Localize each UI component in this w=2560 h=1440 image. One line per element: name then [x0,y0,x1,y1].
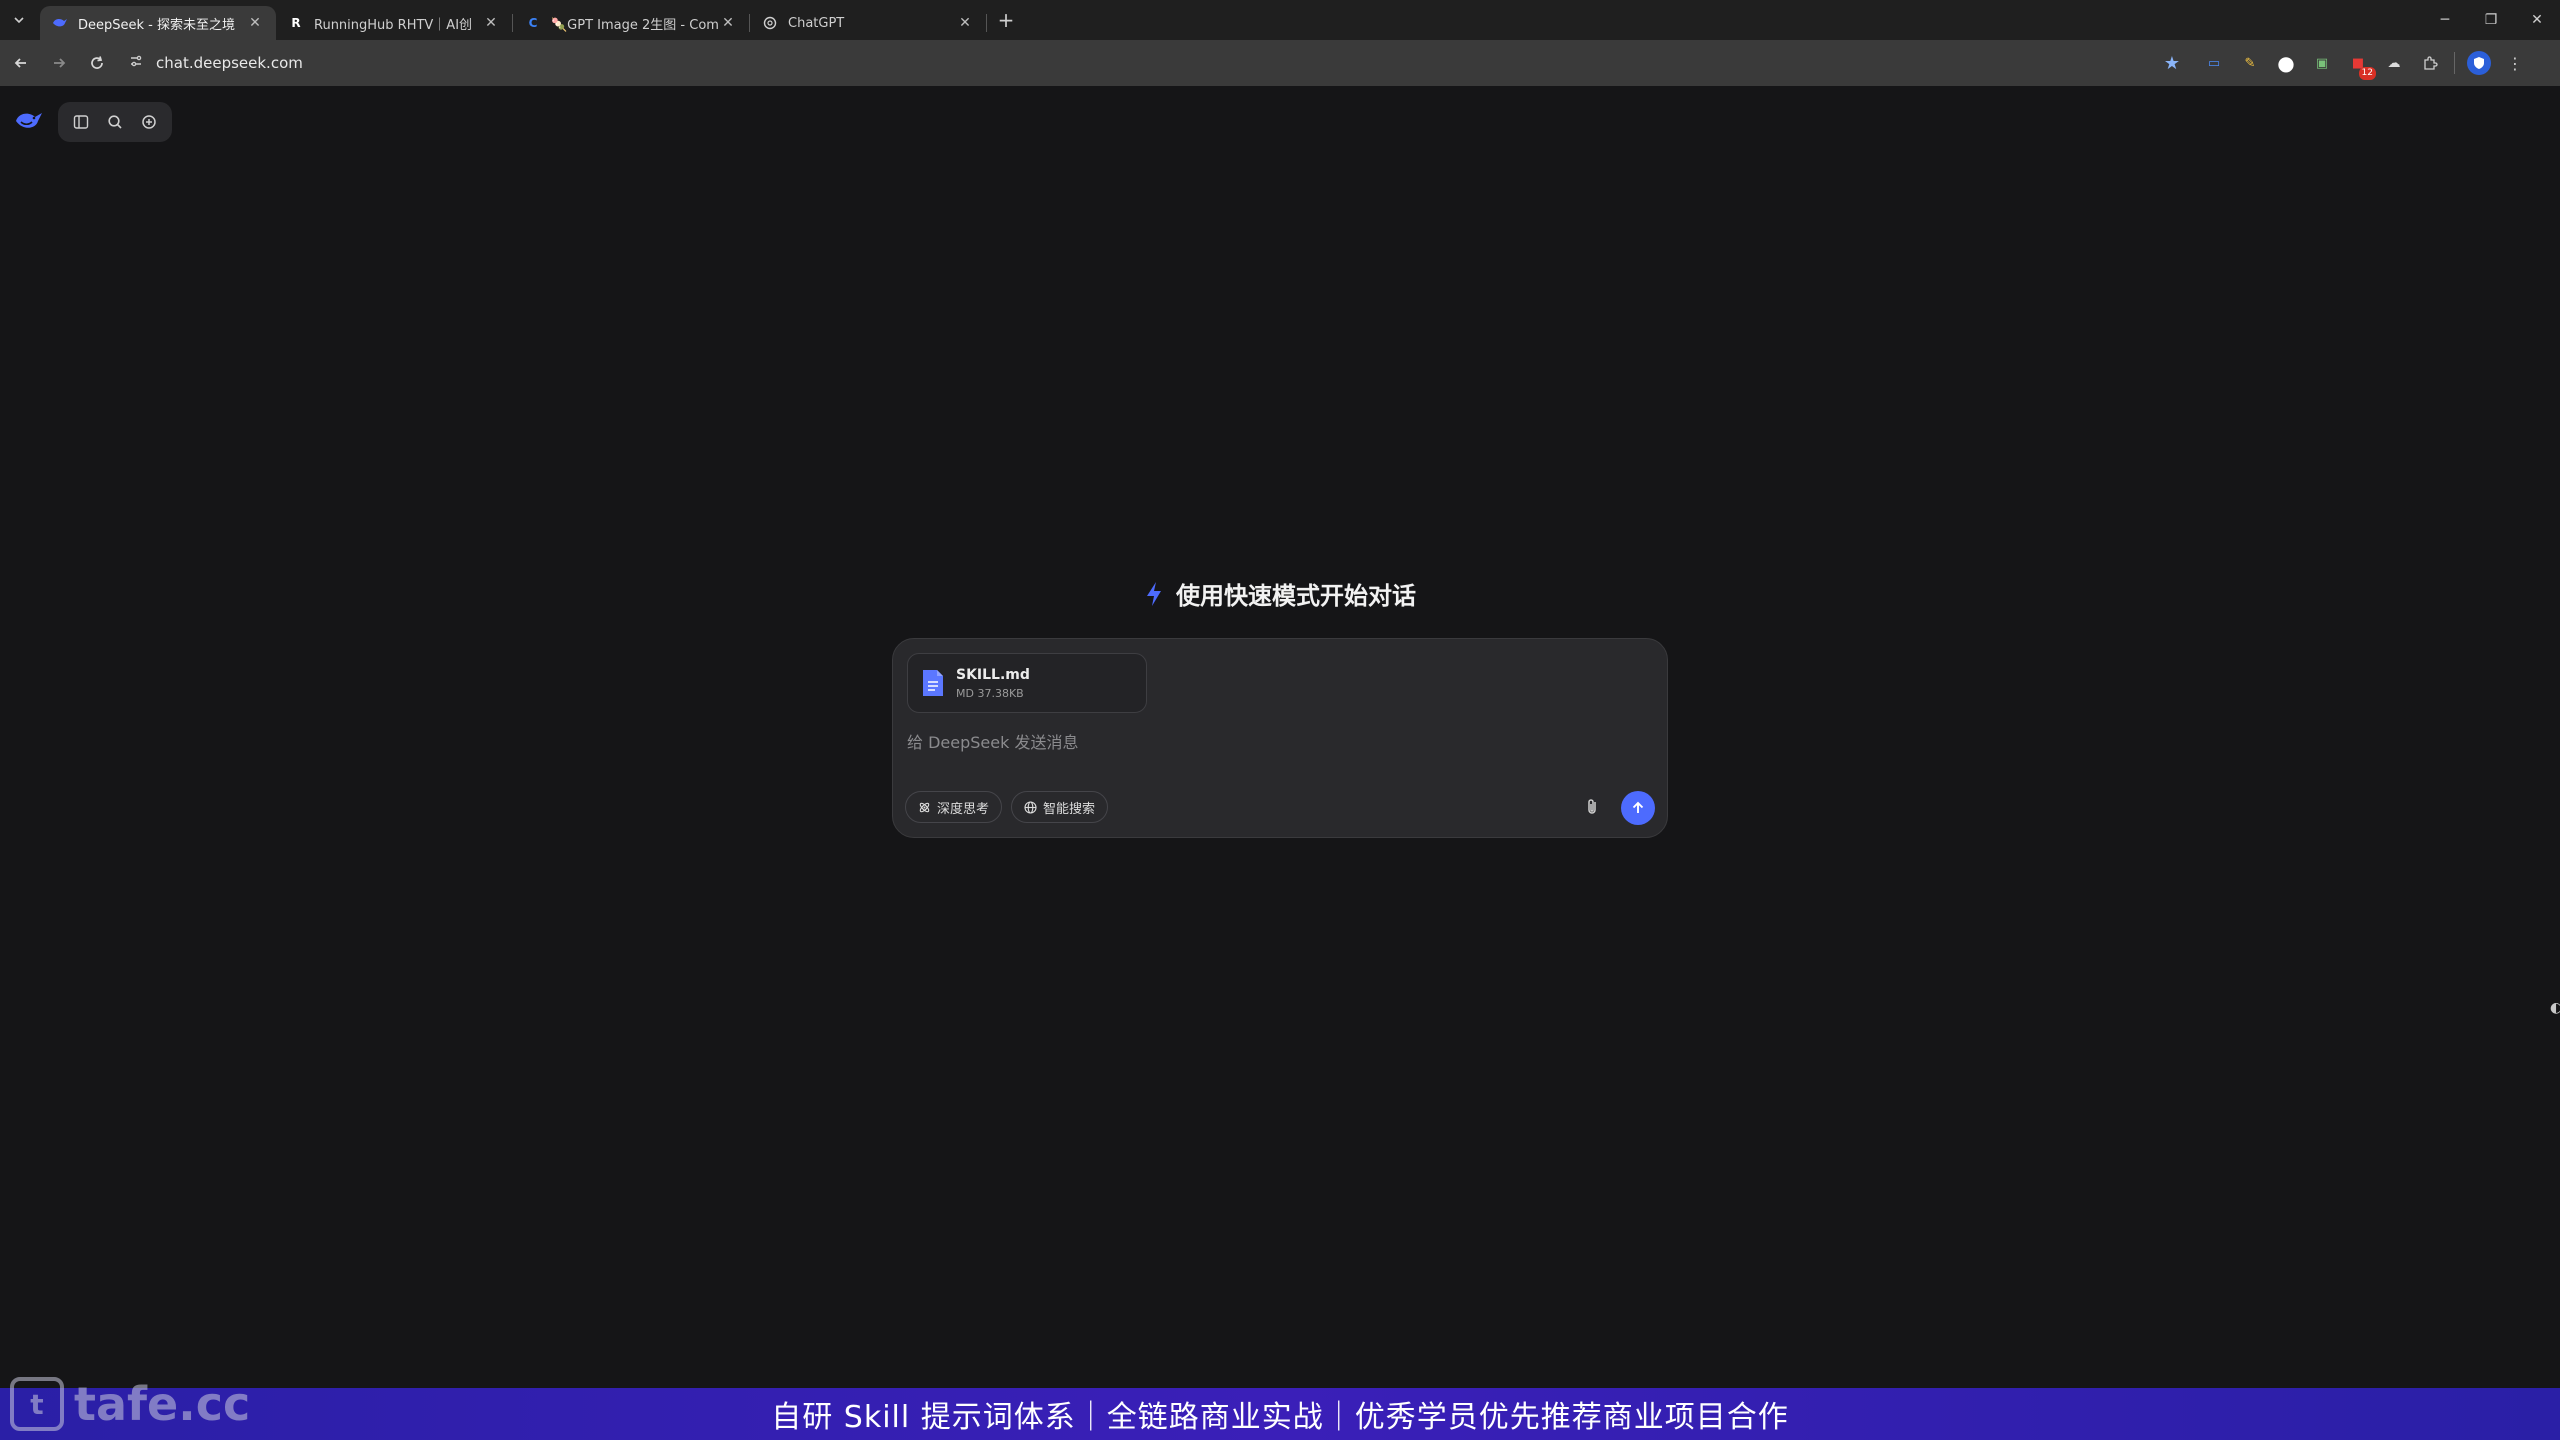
close-window-button[interactable]: ✕ [2514,6,2560,34]
close-icon[interactable]: ✕ [956,15,974,31]
minimize-button[interactable]: ─ [2422,6,2468,34]
deepseek-page: 使用快速模式开始对话 SKILL.md MD 37.38KB 深度思考 智能搜索 [0,86,2560,1388]
extension-icon-4[interactable]: ▣ [2310,51,2334,75]
comfy-icon: C [528,16,538,30]
lightning-icon [1147,581,1161,606]
smart-search-label: 智能搜索 [1043,801,1096,817]
bookmark-star-icon[interactable]: ★ [2164,53,2180,74]
search-icon[interactable] [101,108,129,136]
window-controls: ─ ❐ ✕ [2422,6,2560,34]
chevron-down-icon [14,17,24,24]
restore-button[interactable]: ❐ [2468,6,2514,34]
reload-button[interactable] [80,46,114,80]
tab-title: 🍡GPT Image 2生图 - Comfy [551,17,719,33]
toolbar-divider [2454,52,2455,74]
reload-icon [91,56,103,69]
extension-icon-1[interactable]: ▭ [2202,51,2226,75]
menu-kebab-icon[interactable]: ⋮ [2503,51,2527,75]
deep-think-label: 深度思考 [937,801,990,817]
extension-badge: 12 [2358,67,2376,80]
extension-icon-6[interactable]: ☁ [2382,51,2406,75]
document-icon [923,670,943,696]
tab-search-button[interactable] [6,7,32,33]
browser-tab-deepseek[interactable]: DeepSeek - 探索未至之境 ✕ [40,6,276,40]
runninghub-icon: R [291,16,301,30]
send-button[interactable] [1621,791,1655,825]
extensions-bar: ▭ ✎ ● ▣ ■ 12 ☁ ⋮ [2202,51,2527,80]
message-input[interactable] [907,729,1647,755]
promo-banner: 自研 Skill 提示词体系｜全链路商业实战｜优秀学员优先推荐商业项目合作 [0,1388,2560,1440]
arrow-left-icon [14,58,26,68]
watermark-logo-icon: t [10,1377,64,1431]
chatgpt-icon [762,15,778,31]
extension-icon-3[interactable]: ● [2274,51,2298,75]
tab-title: DeepSeek - 探索未至之境 [78,17,235,33]
browser-tab-comfy[interactable]: C 🍡GPT Image 2生图 - Comfy ✕ [513,6,749,40]
watermark-text: tafe.cc [74,1377,251,1431]
tab-strip: DeepSeek - 探索未至之境 ✕ R RunningHub RHTV｜AI… [0,0,2560,40]
paperclip-icon[interactable] [1581,796,1603,818]
sidebar-toggle-icon[interactable] [67,108,95,136]
tab-title: RunningHub RHTV｜AI创 [314,17,473,33]
promo-banner-text: 自研 Skill 提示词体系｜全链路商业实战｜优秀学员优先推荐商业项目合作 [771,1400,1789,1435]
globe-icon [1024,800,1037,814]
arrow-up-icon [1632,801,1644,813]
attachment-meta: MD 37.38KB [956,686,1024,700]
attachment-name: SKILL.md [956,666,1030,683]
profile-avatar[interactable] [2467,51,2491,75]
back-button[interactable] [4,46,38,80]
forward-button[interactable] [42,46,76,80]
close-icon[interactable]: ✕ [719,15,737,31]
tab-divider [986,14,987,32]
watermark: t tafe.cc [10,1374,250,1434]
attachment-card[interactable]: SKILL.md MD 37.38KB [907,653,1147,713]
url-text[interactable]: chat.deepseek.com [156,54,2164,72]
close-icon[interactable]: ✕ [246,15,264,31]
welcome-heading-text: 使用快速模式开始对话 [1176,582,1416,610]
chat-composer: SKILL.md MD 37.38KB 深度思考 智能搜索 [892,638,1668,838]
close-icon[interactable]: ✕ [482,15,500,31]
browser-tab-runninghub[interactable]: R RunningHub RHTV｜AI创 ✕ [276,6,512,40]
edge-cursor-icon: ◐ [2550,1000,2560,1016]
deepseek-icon [52,15,68,31]
browser-tab-chatgpt[interactable]: ChatGPT ✕ [750,6,986,40]
extension-icon-5[interactable]: ■ 12 [2346,51,2376,80]
deep-think-toggle[interactable]: 深度思考 [905,791,1003,823]
deepseek-logo-icon[interactable] [14,106,44,136]
new-tab-button[interactable]: + [993,8,1019,32]
arrow-right-icon [54,58,66,68]
atom-icon [919,802,930,812]
site-settings-icon[interactable] [122,53,150,73]
address-bar[interactable]: chat.deepseek.com ★ [122,46,2192,80]
smart-search-toggle[interactable]: 智能搜索 [1011,791,1109,823]
browser-toolbar: chat.deepseek.com ★ ▭ ✎ ● ▣ ■ 12 ☁ ⋮ [0,40,2560,86]
puzzle-icon[interactable] [2418,51,2442,75]
new-chat-icon[interactable] [135,108,163,136]
extension-icon-2[interactable]: ✎ [2238,51,2262,75]
sidebar-tools [58,102,172,142]
tab-title: ChatGPT [788,15,845,31]
welcome-heading: 使用快速模式开始对话 [0,576,2560,611]
